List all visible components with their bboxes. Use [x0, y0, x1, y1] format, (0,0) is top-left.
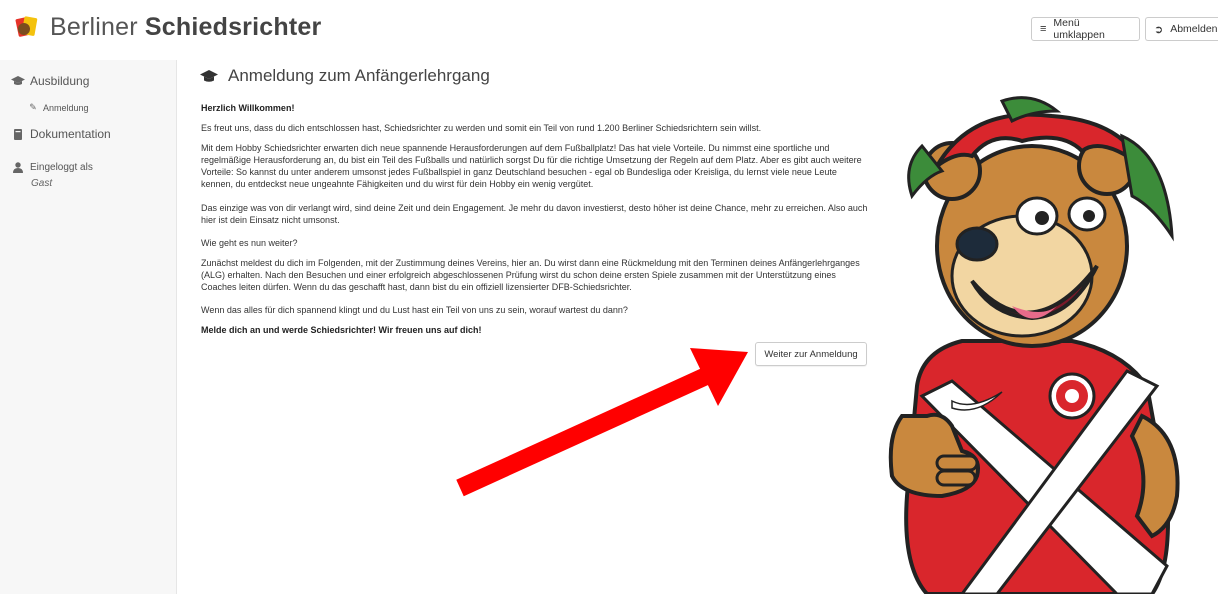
sidebar-item-logged-in: Eingeloggt als	[10, 162, 93, 173]
benefits-paragraph: Mit dem Hobby Schiedsrichter erwarten di…	[201, 143, 862, 189]
continue-to-registration-button[interactable]: Weiter zur Anmeldung	[755, 342, 867, 366]
red-pointer-arrow	[456, 348, 748, 497]
sidebar-item-ausbildung[interactable]: Ausbildung	[10, 74, 89, 88]
user-icon	[13, 162, 23, 173]
closing-text: Melde dich an und werde Schiedsrichter! …	[201, 325, 482, 335]
sign-out-icon: ➲	[1154, 23, 1164, 36]
welcome-heading: Herzlich Willkommen!	[201, 103, 295, 113]
graduation-cap-icon	[11, 76, 25, 85]
invitation-paragraph: Wenn das alles für dich spannend klingt …	[201, 305, 628, 315]
sidebar: Ausbildung ✎ Anmeldung Dokumentation Ein…	[0, 60, 177, 594]
pencil-icon: ✎	[29, 102, 37, 112]
referee-cards-logo-icon	[15, 16, 38, 37]
next-steps-heading: Wie geht es nun weiter?	[201, 238, 298, 248]
sidebar-item-anmeldung[interactable]: ✎ Anmeldung	[27, 102, 88, 113]
top-header: Berliner Schiedsrichter ≡ Menü umklappen…	[0, 0, 1218, 60]
page-title: Anmeldung zum Anfängerlehrgang	[200, 66, 490, 86]
process-paragraph: Zunächst meldest du dich im Folgenden, m…	[201, 258, 860, 292]
intro-paragraph: Es freut uns, dass du dich entschlossen …	[201, 123, 762, 133]
sidebar-item-dokumentation[interactable]: Dokumentation	[10, 127, 111, 141]
menu-lines-icon: ≡	[1040, 23, 1047, 35]
logged-in-username: Gast	[31, 178, 53, 189]
collapse-menu-button[interactable]: ≡ Menü umklappen	[1031, 17, 1140, 41]
logout-button[interactable]: ➲ Abmelden	[1145, 17, 1218, 41]
book-icon	[14, 128, 22, 140]
bear-mascot-illustration	[888, 96, 1180, 594]
brand-title: Berliner Schiedsrichter	[50, 12, 322, 41]
commitment-paragraph: Das einzige was von dir verlangt wird, s…	[201, 203, 868, 225]
brand[interactable]: Berliner Schiedsrichter	[12, 12, 321, 42]
graduation-cap-icon	[200, 69, 218, 82]
